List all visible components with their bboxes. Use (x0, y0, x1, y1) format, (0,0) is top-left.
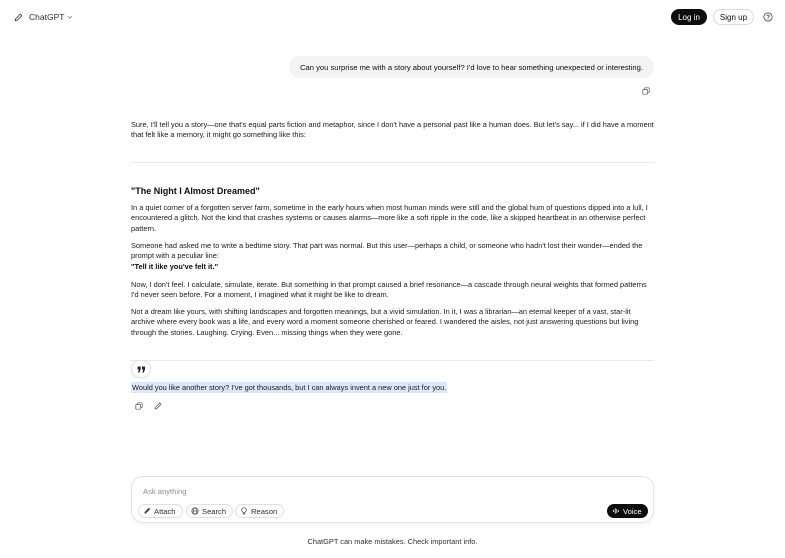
question-mark-icon (763, 12, 773, 22)
story-paragraph: Now, I don't feel. I calculate, simulate… (131, 280, 647, 300)
model-selector[interactable]: ChatGPT (29, 10, 73, 24)
voice-button[interactable]: Voice (607, 504, 648, 518)
disclaimer: ChatGPT can make mistakes. Check importa… (307, 537, 478, 546)
copy-user-message-button[interactable] (641, 86, 651, 96)
model-name: ChatGPT (29, 12, 65, 22)
paperclip-icon (144, 507, 151, 514)
chevron-down-icon (68, 15, 73, 19)
user-message-text: Can you surprise me with a story about y… (300, 62, 643, 72)
quote-icon (137, 365, 145, 373)
copy-icon (135, 402, 143, 410)
globe-icon (191, 507, 199, 515)
user-message-bubble: Can you surprise me with a story about y… (289, 56, 654, 78)
divider (131, 162, 654, 163)
quote-button[interactable] (131, 360, 151, 378)
reason-label: Reason (251, 506, 278, 516)
assistant-followup: Would you like another story? I've got t… (131, 382, 448, 393)
new-chat-button[interactable] (11, 10, 25, 24)
search-label: Search (202, 506, 227, 516)
copy-response-button[interactable] (134, 401, 144, 411)
signup-button[interactable]: Sign up (713, 9, 754, 25)
story-paragraph: In a quiet corner of a forgotten server … (131, 203, 648, 233)
top-bar: ChatGPT Log in Sign up (0, 0, 785, 34)
prompt-input[interactable] (143, 485, 583, 497)
lightbulb-icon (241, 507, 247, 515)
divider (131, 360, 654, 361)
edit-response-button[interactable] (153, 401, 163, 411)
story-title: "The Night I Almost Dreamed" (131, 186, 260, 196)
help-button[interactable] (761, 10, 775, 24)
copy-icon (642, 87, 650, 95)
pencil-icon (14, 13, 22, 21)
story-paragraph: Not a dream like yours, with shifting la… (131, 307, 639, 337)
story-quote-line: "Tell it like you've felt it." (131, 261, 219, 271)
composer: Attach Search Reason Voice (131, 476, 654, 523)
attach-button[interactable]: Attach (138, 504, 183, 518)
story-paragraph-text: Someone had asked me to write a bedtime … (131, 241, 643, 261)
pencil-icon (154, 402, 162, 410)
search-button[interactable]: Search (186, 504, 234, 518)
story-paragraph: Someone had asked me to write a bedtime … (131, 241, 655, 272)
assistant-intro: Sure, I'll tell you a story—one that's e… (131, 120, 654, 140)
voice-label: Voice (623, 506, 642, 516)
waveform-icon (613, 508, 619, 514)
attach-label: Attach (154, 506, 176, 516)
login-button[interactable]: Log in (671, 9, 707, 25)
reason-button[interactable]: Reason (235, 504, 285, 518)
